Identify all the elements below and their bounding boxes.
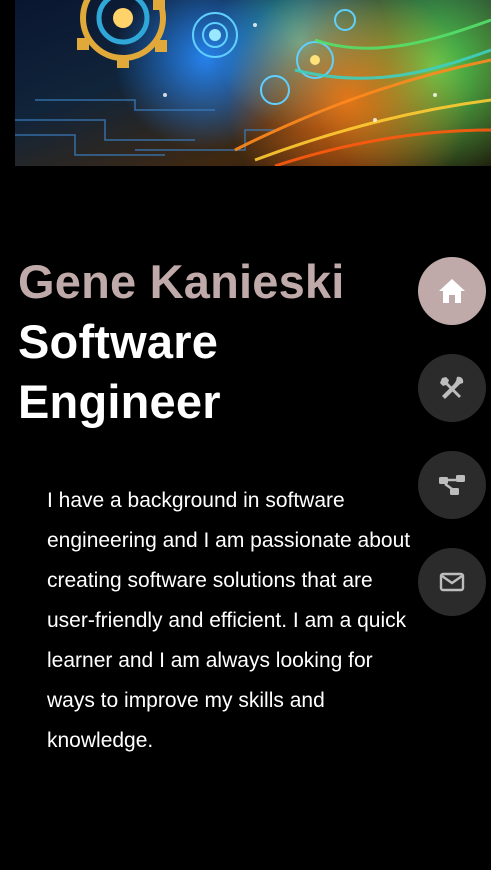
nav-home-button[interactable]	[418, 257, 486, 325]
profile-name: Gene Kanieski	[18, 255, 345, 308]
home-icon	[439, 279, 465, 303]
hero-illustration	[15, 0, 491, 166]
tools-icon	[440, 376, 464, 399]
side-nav	[418, 257, 486, 645]
page: Gene Kanieski Software Engineer I have a…	[0, 0, 491, 870]
nav-projects-button[interactable]	[418, 451, 486, 519]
nav-contact-button[interactable]	[418, 548, 486, 616]
nav-skills-button[interactable]	[418, 354, 486, 422]
profile-role-line1: Software	[18, 315, 219, 368]
profile-bio: I have a background in software engineer…	[47, 489, 411, 752]
hero-heading: Gene Kanieski Software Engineer	[18, 252, 398, 432]
network-icon	[439, 475, 465, 495]
hero-image	[15, 0, 491, 166]
profile-role-line2: Engineer	[18, 375, 221, 428]
envelope-icon	[439, 572, 465, 592]
